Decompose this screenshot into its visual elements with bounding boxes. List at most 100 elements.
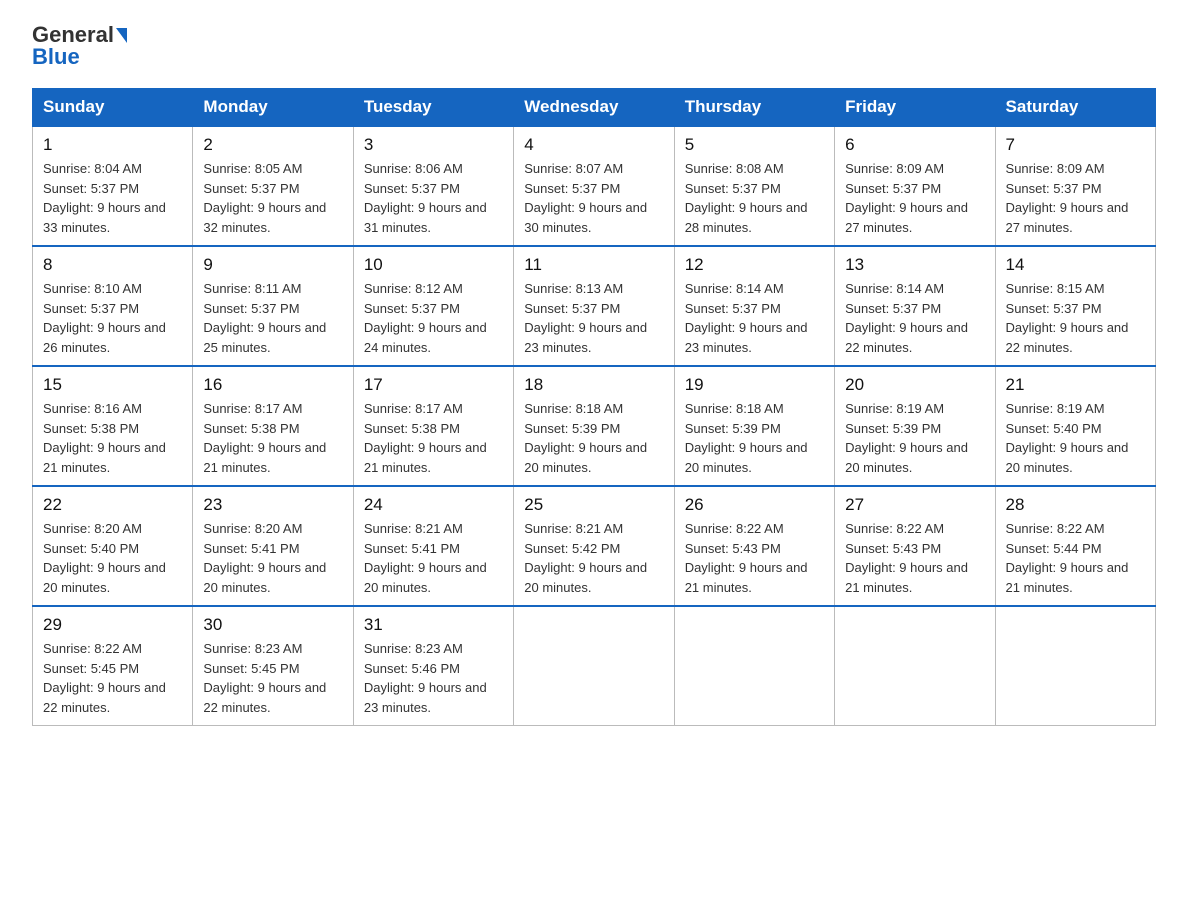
calendar-cell: 14 Sunrise: 8:15 AMSunset: 5:37 PMDaylig…	[995, 246, 1155, 366]
day-info: Sunrise: 8:21 AMSunset: 5:41 PMDaylight:…	[364, 521, 487, 595]
day-info: Sunrise: 8:20 AMSunset: 5:41 PMDaylight:…	[203, 521, 326, 595]
day-info: Sunrise: 8:17 AMSunset: 5:38 PMDaylight:…	[203, 401, 326, 475]
day-info: Sunrise: 8:16 AMSunset: 5:38 PMDaylight:…	[43, 401, 166, 475]
day-info: Sunrise: 8:22 AMSunset: 5:43 PMDaylight:…	[845, 521, 968, 595]
header-thursday: Thursday	[674, 89, 834, 127]
day-number: 11	[524, 255, 663, 275]
day-number: 21	[1006, 375, 1145, 395]
day-info: Sunrise: 8:15 AMSunset: 5:37 PMDaylight:…	[1006, 281, 1129, 355]
day-number: 26	[685, 495, 824, 515]
calendar-cell: 25 Sunrise: 8:21 AMSunset: 5:42 PMDaylig…	[514, 486, 674, 606]
day-info: Sunrise: 8:07 AMSunset: 5:37 PMDaylight:…	[524, 161, 647, 235]
day-number: 30	[203, 615, 342, 635]
calendar-cell: 31 Sunrise: 8:23 AMSunset: 5:46 PMDaylig…	[353, 606, 513, 726]
day-number: 22	[43, 495, 182, 515]
page-header: General Blue	[32, 24, 1156, 70]
day-number: 5	[685, 135, 824, 155]
calendar-cell: 23 Sunrise: 8:20 AMSunset: 5:41 PMDaylig…	[193, 486, 353, 606]
day-info: Sunrise: 8:13 AMSunset: 5:37 PMDaylight:…	[524, 281, 647, 355]
calendar-cell: 6 Sunrise: 8:09 AMSunset: 5:37 PMDayligh…	[835, 126, 995, 246]
day-number: 17	[364, 375, 503, 395]
day-info: Sunrise: 8:21 AMSunset: 5:42 PMDaylight:…	[524, 521, 647, 595]
calendar-week-row: 1 Sunrise: 8:04 AMSunset: 5:37 PMDayligh…	[33, 126, 1156, 246]
day-info: Sunrise: 8:14 AMSunset: 5:37 PMDaylight:…	[845, 281, 968, 355]
day-info: Sunrise: 8:10 AMSunset: 5:37 PMDaylight:…	[43, 281, 166, 355]
day-number: 2	[203, 135, 342, 155]
calendar-cell	[514, 606, 674, 726]
day-number: 8	[43, 255, 182, 275]
day-info: Sunrise: 8:18 AMSunset: 5:39 PMDaylight:…	[524, 401, 647, 475]
day-number: 4	[524, 135, 663, 155]
calendar-cell: 7 Sunrise: 8:09 AMSunset: 5:37 PMDayligh…	[995, 126, 1155, 246]
calendar-cell: 21 Sunrise: 8:19 AMSunset: 5:40 PMDaylig…	[995, 366, 1155, 486]
day-number: 18	[524, 375, 663, 395]
calendar-cell: 9 Sunrise: 8:11 AMSunset: 5:37 PMDayligh…	[193, 246, 353, 366]
header-sunday: Sunday	[33, 89, 193, 127]
day-number: 14	[1006, 255, 1145, 275]
calendar-cell: 3 Sunrise: 8:06 AMSunset: 5:37 PMDayligh…	[353, 126, 513, 246]
calendar-table: SundayMondayTuesdayWednesdayThursdayFrid…	[32, 88, 1156, 726]
day-info: Sunrise: 8:17 AMSunset: 5:38 PMDaylight:…	[364, 401, 487, 475]
header-tuesday: Tuesday	[353, 89, 513, 127]
logo-general: General	[32, 24, 127, 46]
header-saturday: Saturday	[995, 89, 1155, 127]
day-info: Sunrise: 8:23 AMSunset: 5:45 PMDaylight:…	[203, 641, 326, 715]
calendar-cell: 4 Sunrise: 8:07 AMSunset: 5:37 PMDayligh…	[514, 126, 674, 246]
day-number: 31	[364, 615, 503, 635]
day-info: Sunrise: 8:18 AMSunset: 5:39 PMDaylight:…	[685, 401, 808, 475]
calendar-week-row: 29 Sunrise: 8:22 AMSunset: 5:45 PMDaylig…	[33, 606, 1156, 726]
calendar-cell: 15 Sunrise: 8:16 AMSunset: 5:38 PMDaylig…	[33, 366, 193, 486]
calendar-cell: 2 Sunrise: 8:05 AMSunset: 5:37 PMDayligh…	[193, 126, 353, 246]
day-number: 27	[845, 495, 984, 515]
calendar-cell: 26 Sunrise: 8:22 AMSunset: 5:43 PMDaylig…	[674, 486, 834, 606]
calendar-week-row: 8 Sunrise: 8:10 AMSunset: 5:37 PMDayligh…	[33, 246, 1156, 366]
day-number: 15	[43, 375, 182, 395]
calendar-cell: 29 Sunrise: 8:22 AMSunset: 5:45 PMDaylig…	[33, 606, 193, 726]
calendar-cell: 10 Sunrise: 8:12 AMSunset: 5:37 PMDaylig…	[353, 246, 513, 366]
day-info: Sunrise: 8:11 AMSunset: 5:37 PMDaylight:…	[203, 281, 326, 355]
calendar-cell	[674, 606, 834, 726]
day-number: 24	[364, 495, 503, 515]
calendar-cell: 28 Sunrise: 8:22 AMSunset: 5:44 PMDaylig…	[995, 486, 1155, 606]
day-number: 1	[43, 135, 182, 155]
calendar-cell	[995, 606, 1155, 726]
calendar-cell: 18 Sunrise: 8:18 AMSunset: 5:39 PMDaylig…	[514, 366, 674, 486]
day-number: 20	[845, 375, 984, 395]
day-number: 9	[203, 255, 342, 275]
day-info: Sunrise: 8:09 AMSunset: 5:37 PMDaylight:…	[1006, 161, 1129, 235]
day-info: Sunrise: 8:19 AMSunset: 5:40 PMDaylight:…	[1006, 401, 1129, 475]
day-number: 16	[203, 375, 342, 395]
calendar-week-row: 15 Sunrise: 8:16 AMSunset: 5:38 PMDaylig…	[33, 366, 1156, 486]
day-info: Sunrise: 8:05 AMSunset: 5:37 PMDaylight:…	[203, 161, 326, 235]
calendar-cell: 11 Sunrise: 8:13 AMSunset: 5:37 PMDaylig…	[514, 246, 674, 366]
day-number: 29	[43, 615, 182, 635]
calendar-cell: 24 Sunrise: 8:21 AMSunset: 5:41 PMDaylig…	[353, 486, 513, 606]
day-number: 10	[364, 255, 503, 275]
day-info: Sunrise: 8:23 AMSunset: 5:46 PMDaylight:…	[364, 641, 487, 715]
day-info: Sunrise: 8:22 AMSunset: 5:43 PMDaylight:…	[685, 521, 808, 595]
calendar-cell: 17 Sunrise: 8:17 AMSunset: 5:38 PMDaylig…	[353, 366, 513, 486]
day-info: Sunrise: 8:20 AMSunset: 5:40 PMDaylight:…	[43, 521, 166, 595]
day-number: 23	[203, 495, 342, 515]
calendar-cell: 19 Sunrise: 8:18 AMSunset: 5:39 PMDaylig…	[674, 366, 834, 486]
calendar-cell: 20 Sunrise: 8:19 AMSunset: 5:39 PMDaylig…	[835, 366, 995, 486]
day-number: 13	[845, 255, 984, 275]
day-info: Sunrise: 8:22 AMSunset: 5:44 PMDaylight:…	[1006, 521, 1129, 595]
day-number: 7	[1006, 135, 1145, 155]
calendar-week-row: 22 Sunrise: 8:20 AMSunset: 5:40 PMDaylig…	[33, 486, 1156, 606]
calendar-cell: 8 Sunrise: 8:10 AMSunset: 5:37 PMDayligh…	[33, 246, 193, 366]
calendar-cell: 30 Sunrise: 8:23 AMSunset: 5:45 PMDaylig…	[193, 606, 353, 726]
day-number: 12	[685, 255, 824, 275]
header-wednesday: Wednesday	[514, 89, 674, 127]
calendar-cell: 13 Sunrise: 8:14 AMSunset: 5:37 PMDaylig…	[835, 246, 995, 366]
day-info: Sunrise: 8:12 AMSunset: 5:37 PMDaylight:…	[364, 281, 487, 355]
day-info: Sunrise: 8:09 AMSunset: 5:37 PMDaylight:…	[845, 161, 968, 235]
logo-blue: Blue	[32, 44, 80, 70]
calendar-cell	[835, 606, 995, 726]
calendar-cell: 12 Sunrise: 8:14 AMSunset: 5:37 PMDaylig…	[674, 246, 834, 366]
calendar-cell: 16 Sunrise: 8:17 AMSunset: 5:38 PMDaylig…	[193, 366, 353, 486]
header-monday: Monday	[193, 89, 353, 127]
day-info: Sunrise: 8:19 AMSunset: 5:39 PMDaylight:…	[845, 401, 968, 475]
day-info: Sunrise: 8:22 AMSunset: 5:45 PMDaylight:…	[43, 641, 166, 715]
day-number: 25	[524, 495, 663, 515]
